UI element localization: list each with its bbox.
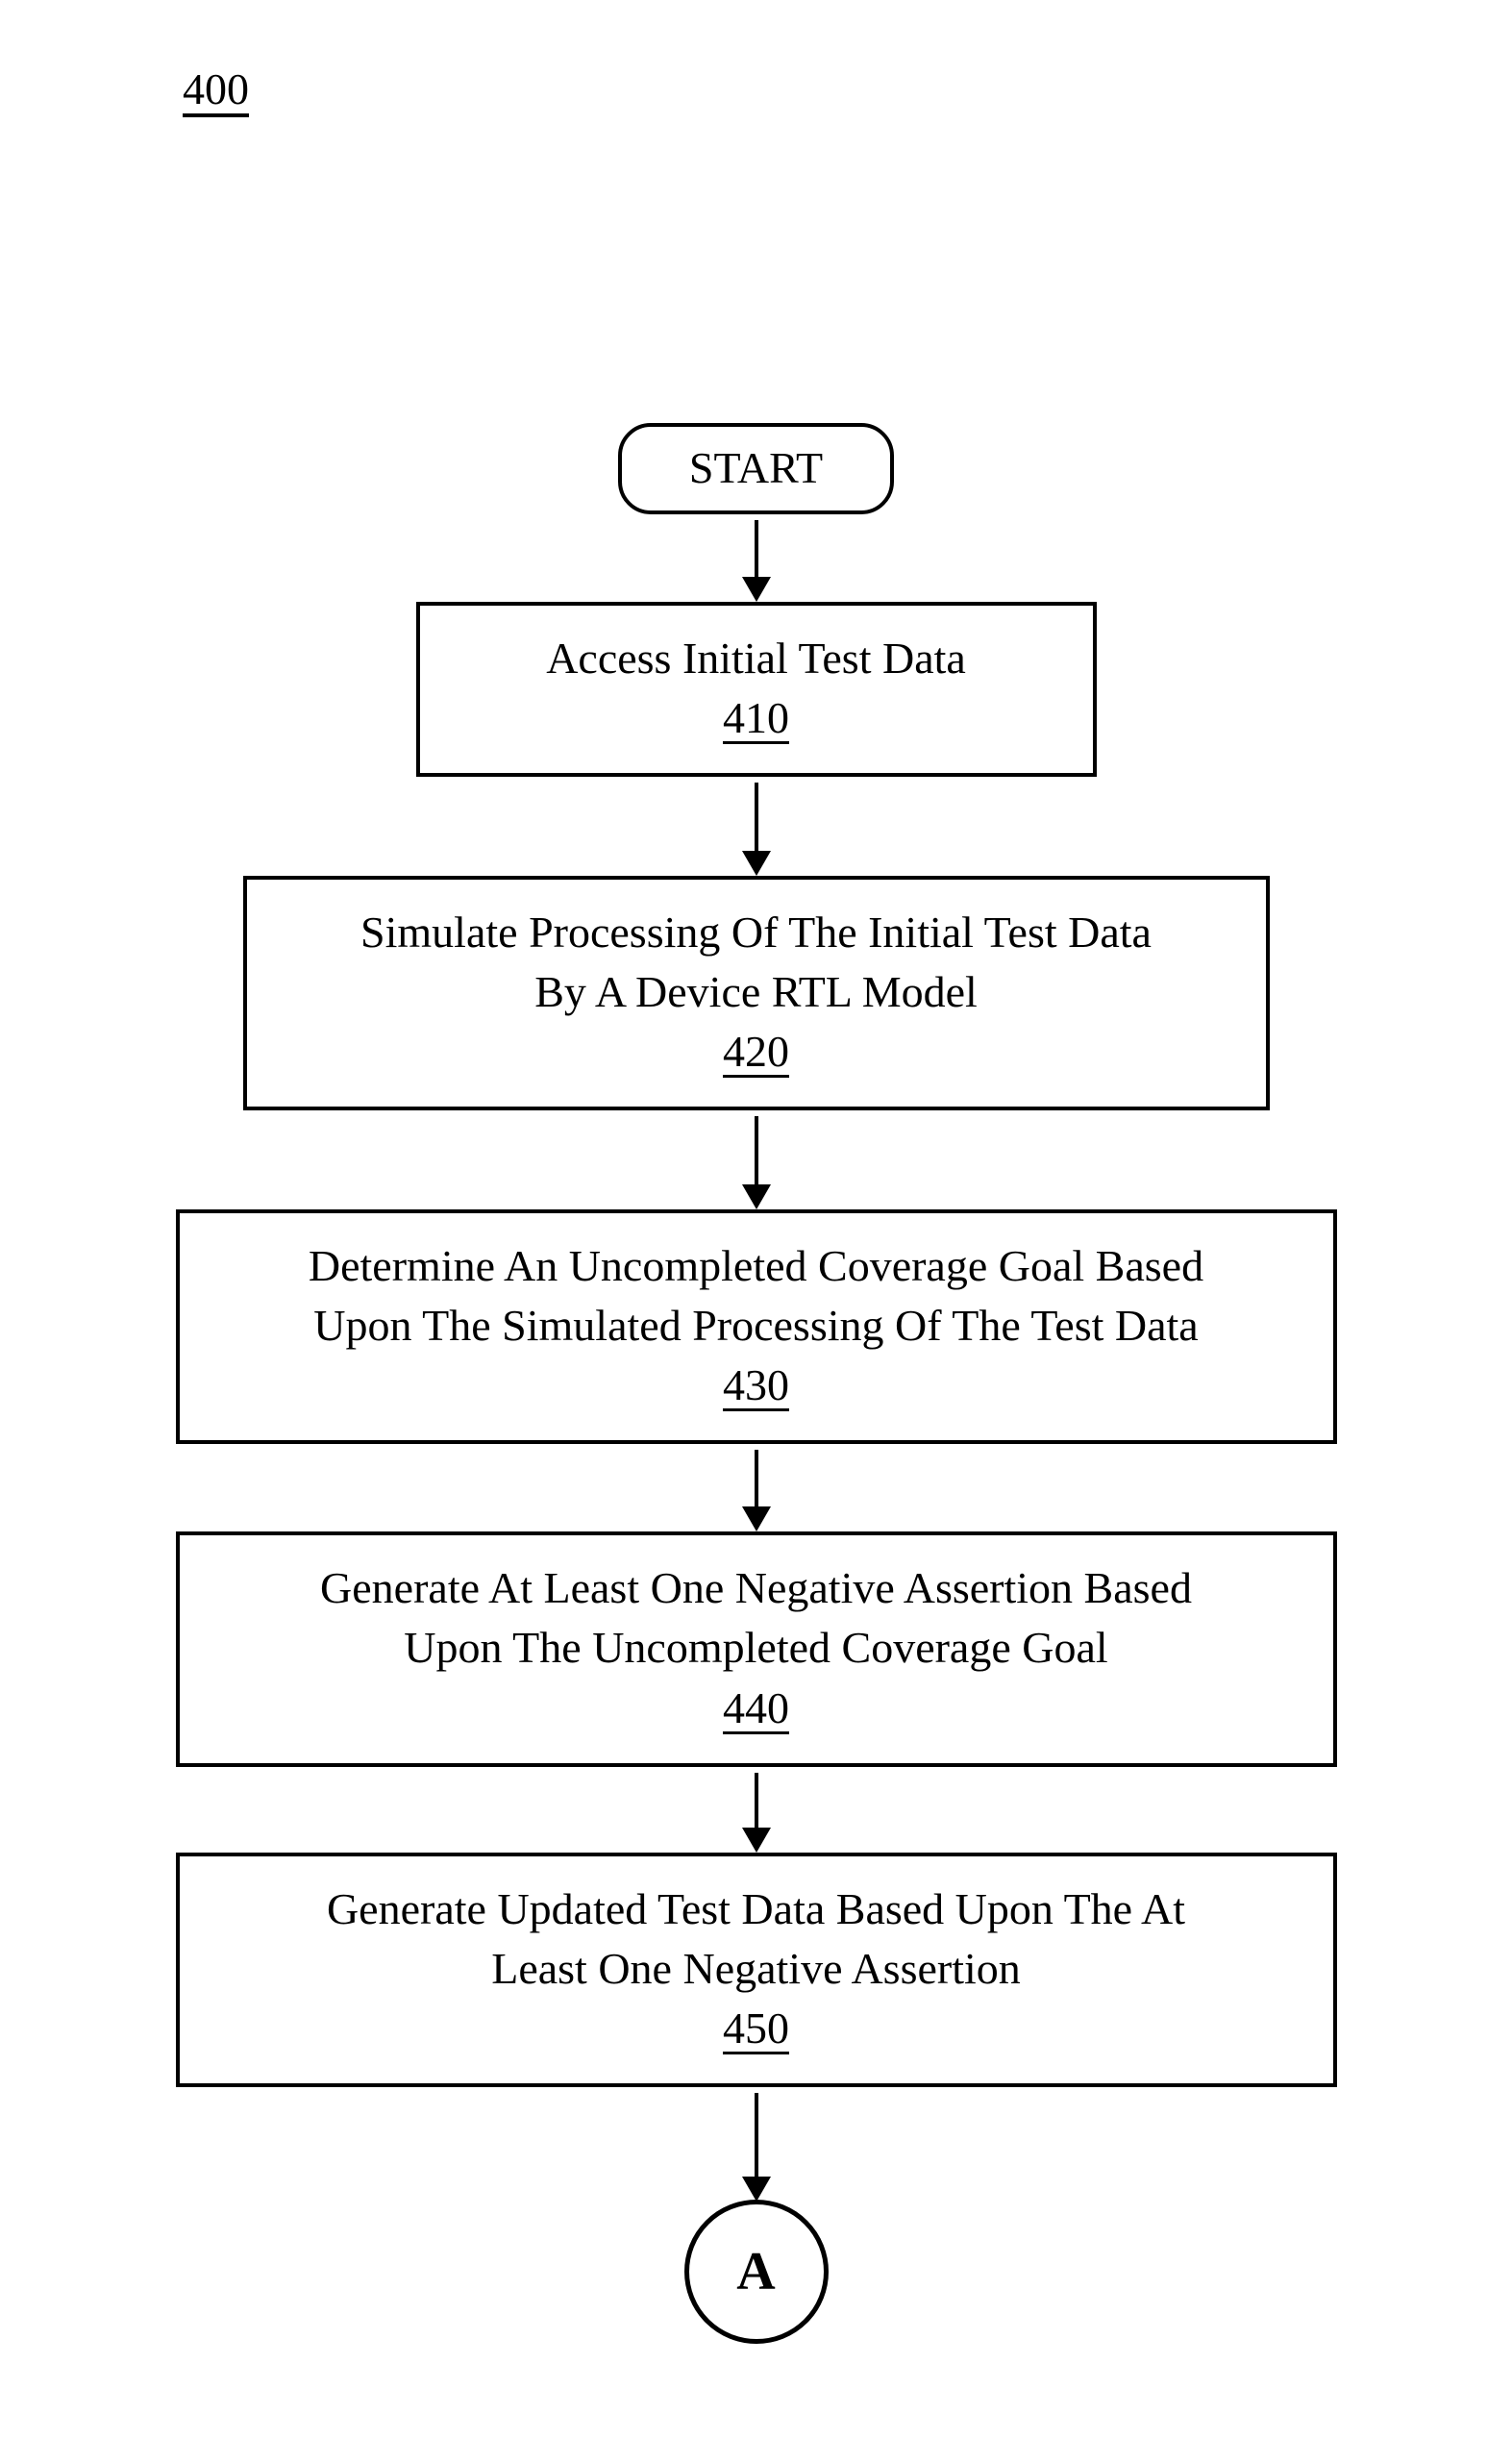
step-text-line2: Least One Negative Assertion — [209, 1939, 1304, 1999]
arrowhead-icon — [742, 577, 771, 602]
arrow-stem — [755, 1773, 758, 1829]
step-text-line2: By A Device RTL Model — [276, 962, 1237, 1022]
step-430: Determine An Uncompleted Coverage Goal B… — [176, 1209, 1337, 1444]
flowchart: START Access Initial Test Data 410 Simul… — [0, 423, 1512, 2344]
arrowhead-icon — [742, 1828, 771, 1853]
connector-label: A — [736, 2241, 775, 2302]
arrow-440-to-450 — [742, 1773, 771, 1853]
arrow-stem — [755, 2093, 758, 2178]
arrow-450-to-A — [742, 2093, 771, 2202]
step-text-line1: Generate Updated Test Data Based Upon Th… — [209, 1879, 1304, 1939]
step-ref: 440 — [723, 1686, 789, 1734]
arrow-stem — [755, 1116, 758, 1185]
step-text-line1: Simulate Processing Of The Initial Test … — [276, 903, 1237, 962]
step-420: Simulate Processing Of The Initial Test … — [243, 876, 1270, 1110]
arrow-stem — [755, 783, 758, 852]
step-ref: 420 — [723, 1030, 789, 1078]
offpage-connector-A: A — [684, 2200, 829, 2344]
start-label: START — [689, 443, 823, 492]
step-text-line1: Generate At Least One Negative Assertion… — [209, 1558, 1304, 1618]
arrowhead-icon — [742, 1184, 771, 1209]
arrow-stem — [755, 520, 758, 578]
arrow-start-to-410 — [742, 520, 771, 602]
step-440: Generate At Least One Negative Assertion… — [176, 1531, 1337, 1766]
step-450: Generate Updated Test Data Based Upon Th… — [176, 1853, 1337, 2087]
arrow-410-to-420 — [742, 783, 771, 876]
step-410: Access Initial Test Data 410 — [416, 602, 1097, 777]
figure-number: 400 — [183, 67, 249, 117]
step-ref: 430 — [723, 1363, 789, 1411]
arrow-stem — [755, 1450, 758, 1507]
step-ref: 450 — [723, 2006, 789, 2054]
arrow-420-to-430 — [742, 1116, 771, 1209]
page: 400 START Access Initial Test Data 410 S… — [0, 0, 1512, 2464]
step-ref: 410 — [723, 696, 789, 744]
step-text-line2: Upon The Simulated Processing Of The Tes… — [209, 1296, 1304, 1356]
step-text: Access Initial Test Data — [449, 629, 1064, 688]
arrow-430-to-440 — [742, 1450, 771, 1531]
step-text-line1: Determine An Uncompleted Coverage Goal B… — [209, 1236, 1304, 1296]
arrowhead-icon — [742, 851, 771, 876]
arrowhead-icon — [742, 2177, 771, 2202]
step-text-line2: Upon The Uncompleted Coverage Goal — [209, 1618, 1304, 1678]
start-terminator: START — [618, 423, 894, 514]
arrowhead-icon — [742, 1506, 771, 1531]
